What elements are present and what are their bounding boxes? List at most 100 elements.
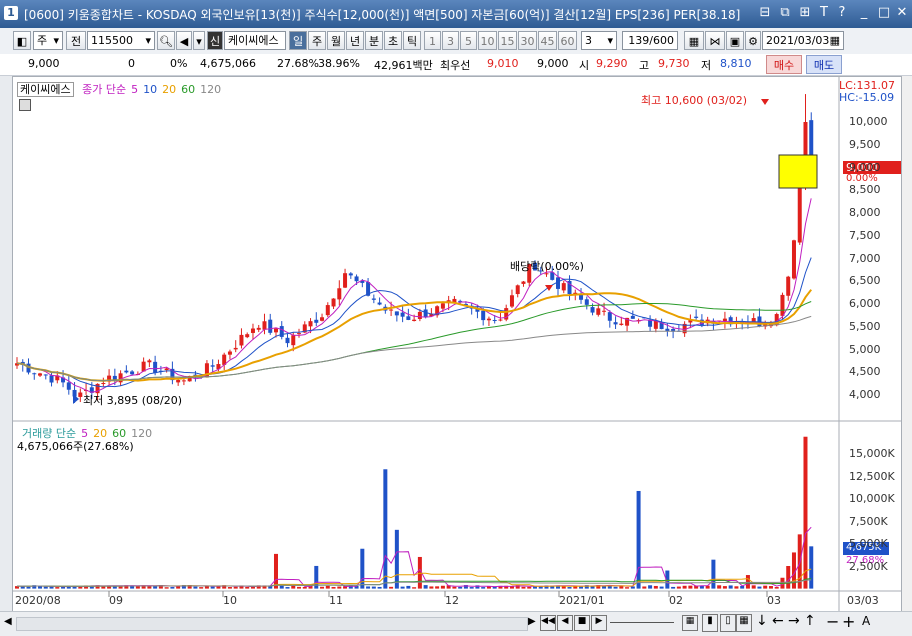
quote-info-bar: 9,000 0 0% 4,675,066 27.68% 38.96% 42,96… (0, 54, 912, 76)
font-size-icon[interactable]: A (862, 614, 870, 628)
price-change: 0 (128, 57, 135, 70)
price-legend-item-2: 10 (143, 83, 158, 96)
candle-body (291, 335, 296, 346)
close-icon[interactable]: ✕ (894, 5, 910, 21)
first-icon[interactable]: ◀◀ (540, 615, 556, 631)
candle-body (791, 240, 796, 279)
open-label: 시 (579, 59, 590, 72)
volume-bar (492, 586, 497, 589)
save-icon[interactable]: ▣ (726, 31, 744, 50)
volume-bar (435, 586, 440, 589)
stop-icon[interactable]: ■ (574, 615, 590, 631)
high-value: 9,730 (658, 57, 690, 70)
price-legend-item-5: 120 (200, 83, 222, 96)
data-count: 139/600 (622, 31, 678, 50)
volume-bar (636, 490, 641, 589)
candle-body (389, 309, 394, 311)
search-icon[interactable]: 🔍︎ (157, 31, 175, 50)
play-forward-icon[interactable]: ▶ (591, 615, 607, 631)
buy-button[interactable]: 매수 (766, 55, 802, 74)
volume-bar (383, 469, 388, 589)
prev-button[interactable]: 전 (66, 31, 86, 50)
zoom-out-icon[interactable]: − (826, 612, 839, 631)
copy-icon[interactable]: ⧉ (777, 5, 793, 21)
minimize-icon[interactable]: _ (856, 5, 872, 21)
t-icon[interactable]: T (816, 5, 832, 21)
pin-icon[interactable]: ⊞ (797, 5, 813, 21)
candle-body (239, 334, 244, 346)
restore-icon[interactable]: ⊟ (757, 5, 773, 21)
interval-button-1[interactable]: 1 (424, 31, 441, 50)
zoom-slider[interactable] (610, 622, 674, 623)
volume-bar (521, 586, 526, 589)
volume-bar (579, 586, 584, 589)
layout-icon[interactable]: ◧ (13, 31, 31, 50)
tab-period-5[interactable]: 초 (384, 31, 402, 50)
arrow-up-icon[interactable]: ↑ (804, 613, 816, 629)
price-y-tick: 6,500 (849, 274, 881, 288)
maximize-icon[interactable]: □ (876, 5, 892, 21)
interval-input[interactable]: 3 ▾ (581, 31, 617, 50)
interval-button-10[interactable]: 10 (478, 31, 497, 50)
grid-icon[interactable]: ▦ (736, 614, 752, 632)
tab-period-3[interactable]: 년 (346, 31, 364, 50)
date-input[interactable]: 2021/03/03 ▦ (762, 31, 844, 50)
candle-body (630, 315, 635, 319)
chart-canvas[interactable] (13, 77, 901, 611)
zoom-in-icon[interactable]: + (842, 612, 855, 631)
indicator-icon[interactable]: ⋈ (705, 31, 725, 50)
interval-button-45[interactable]: 45 (538, 31, 557, 50)
arrow-left-icon[interactable]: ← (772, 613, 784, 629)
interval-button-15[interactable]: 15 (498, 31, 517, 50)
bars-wide-icon[interactable]: ▯ (720, 614, 736, 632)
candle-body (406, 316, 411, 320)
arrow-right-icon[interactable]: → (788, 613, 800, 629)
candle-body (492, 319, 497, 321)
best-bid-value: 9,000 (537, 57, 569, 70)
interval-button-30[interactable]: 30 (518, 31, 537, 50)
volume-bar (717, 585, 722, 589)
tab-period-2[interactable]: 월 (327, 31, 345, 50)
bars-icon[interactable]: ▮ (702, 614, 718, 632)
price-legend-item-1: 5 (131, 83, 139, 96)
candle-body (153, 361, 158, 374)
tab-period-6[interactable]: 틱 (403, 31, 421, 50)
price-y-tick: 6,000 (849, 297, 881, 310)
price-y-tick: 9,000 (849, 160, 881, 174)
chevron-down-icon[interactable]: ▾ (193, 31, 205, 50)
interval-button-3[interactable]: 3 (442, 31, 459, 50)
dividend-marker-icon (545, 285, 553, 291)
volume-bar (26, 586, 31, 589)
interval-button-60[interactable]: 60 (558, 31, 577, 50)
chart-area[interactable]: 케이씨에스 종가 단순 5 10 20 60 120 LC:131.07 HC:-15.0… (12, 76, 902, 612)
play-back-icon[interactable]: ◀ (557, 615, 573, 631)
scroll-right-icon[interactable]: ▶ (528, 616, 536, 627)
volume-bar (429, 586, 434, 589)
tab-period-4[interactable]: 분 (365, 31, 383, 50)
candle-body (181, 380, 186, 382)
window-title: [0600] 키움종합차트 - KOSDAQ 외국인보유[13(천)] 주식수[… (24, 8, 741, 22)
volume-bar (250, 586, 255, 589)
table-icon[interactable] (19, 99, 31, 111)
stock-code-input[interactable]: 115500 ▾ (87, 31, 155, 50)
gear-icon[interactable]: ⚙ (745, 31, 761, 50)
candle-body (343, 273, 348, 288)
interval-button-5[interactable]: 5 (460, 31, 477, 50)
price-y-tick: 4,500 (849, 365, 881, 379)
scroll-left-icon[interactable]: ◀ (4, 616, 14, 630)
speaker-icon[interactable]: ◀ (176, 31, 192, 50)
tab-period-1[interactable]: 주 (308, 31, 326, 50)
candle-icon[interactable]: ▦ (684, 31, 704, 50)
candle-body (515, 285, 520, 295)
sell-button[interactable]: 매도 (806, 55, 842, 74)
help-icon[interactable]: ? (834, 5, 850, 21)
slider-handle-icon[interactable]: ▦ (682, 615, 698, 631)
period-select[interactable]: 주 ▾ (33, 31, 63, 50)
candle-body (417, 311, 422, 319)
best-offer-label: 최우선 (440, 59, 471, 72)
bottom-scroll-bar: ◀ ▶ ◀◀ ◀ ■ ▶ ▦ ▮ ▯ ▦ ↓ ← → ↑ − + A (0, 611, 912, 636)
arrow-down-icon[interactable]: ↓ (756, 613, 768, 629)
price-y-tick: 4,000 (849, 388, 881, 401)
scroll-track[interactable] (16, 617, 528, 631)
tab-period-0[interactable]: 일 (289, 31, 307, 50)
